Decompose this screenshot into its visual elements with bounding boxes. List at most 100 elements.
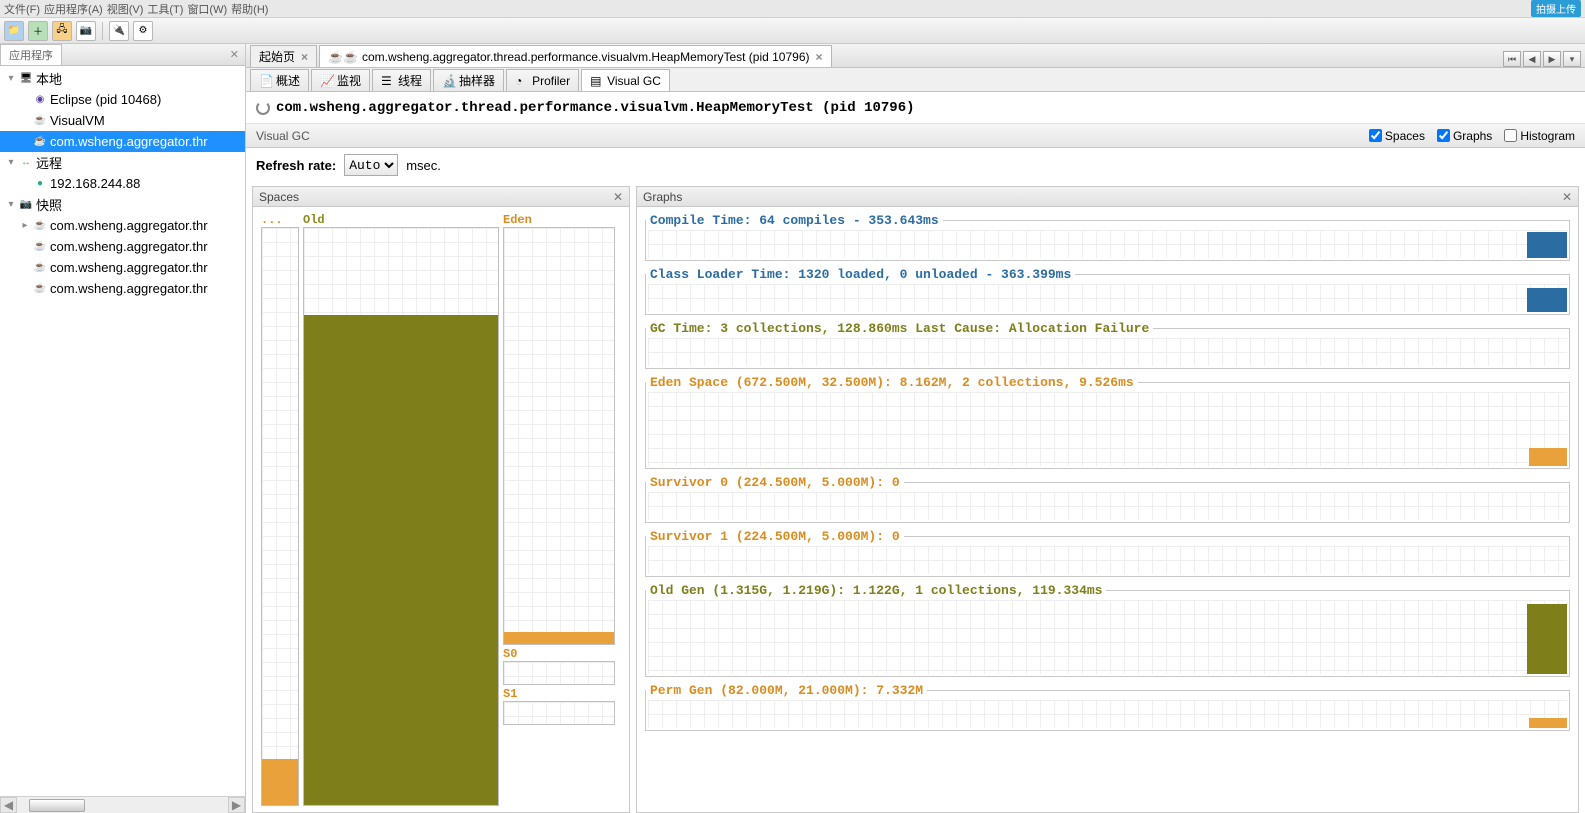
java-icon bbox=[32, 239, 48, 255]
refresh-label: Refresh rate: bbox=[256, 158, 336, 173]
tb-plugin1-icon[interactable]: 🔌 bbox=[109, 21, 129, 41]
section-label: Visual GC bbox=[256, 129, 310, 143]
tab-nav-menu-icon[interactable]: ▾ bbox=[1563, 51, 1581, 67]
tb-add-remote-icon[interactable]: 🖧 bbox=[52, 21, 72, 41]
menu-help[interactable]: 帮助(H) bbox=[231, 1, 268, 17]
tree-item-eclipse[interactable]: Eclipse (pid 10468) bbox=[0, 89, 245, 110]
menu-tools[interactable]: 工具(T) bbox=[147, 1, 183, 17]
subtab-overview[interactable]: 📄概述 bbox=[250, 69, 309, 91]
scroll-thumb[interactable] bbox=[29, 799, 85, 812]
subtab-threads[interactable]: ☰线程 bbox=[372, 69, 431, 91]
tree-item-remote-host[interactable]: 192.168.244.88 bbox=[0, 173, 245, 194]
chk-graphs-input[interactable] bbox=[1437, 129, 1450, 142]
graph-survivor1: Survivor 1 (224.500M, 5.000M): 0 bbox=[645, 529, 1570, 577]
chk-histogram-input[interactable] bbox=[1504, 129, 1517, 142]
sidebar-close-icon[interactable]: ✕ bbox=[224, 48, 245, 61]
tab-start-page[interactable]: 起始页× bbox=[250, 45, 317, 67]
graph-classloader-time: Class Loader Time: 1320 loaded, 0 unload… bbox=[645, 267, 1570, 315]
close-icon[interactable]: ✕ bbox=[1562, 190, 1572, 204]
graphs-panel: Graphs ✕ Compile Time: 64 compiles - 353.… bbox=[636, 186, 1579, 813]
tb-add-local-icon[interactable]: ＋ bbox=[28, 21, 48, 41]
java-icon: ☕ bbox=[328, 50, 358, 64]
graph-survivor0: Survivor 0 (224.500M, 5.000M): 0 bbox=[645, 475, 1570, 523]
tab-nav-prev-icon[interactable]: ◀ bbox=[1523, 51, 1541, 67]
tab-nav-first-icon[interactable]: ⏮ bbox=[1503, 51, 1521, 67]
sidebar-tab-apps[interactable]: 应用程序 bbox=[0, 44, 62, 65]
tree-item-selected-process[interactable]: com.wsheng.aggregator.thr bbox=[0, 131, 245, 152]
snapshot-icon bbox=[18, 197, 34, 213]
sp-eden-fill bbox=[504, 632, 614, 644]
sp-col-s0-label: S0 bbox=[503, 647, 615, 661]
sp-col-s1-label: S1 bbox=[503, 687, 615, 701]
sidebar-hscrollbar[interactable]: ◀ ▶ bbox=[0, 796, 245, 813]
chk-graphs[interactable]: Graphs bbox=[1437, 129, 1492, 143]
chk-spaces[interactable]: Spaces bbox=[1369, 129, 1425, 143]
tb-snapshot-icon[interactable]: 📷 bbox=[76, 21, 96, 41]
tb-plugin2-icon[interactable]: ⚙ bbox=[133, 21, 153, 41]
menu-app[interactable]: 应用程序(A) bbox=[44, 1, 103, 17]
upload-badge[interactable]: 拍摄上传 bbox=[1531, 0, 1581, 17]
tree-snapshot-item[interactable]: ▸com.wsheng.aggregator.thr bbox=[0, 215, 245, 236]
spaces-panel-title: Spaces bbox=[259, 190, 299, 204]
loading-spinner-icon bbox=[256, 101, 270, 115]
process-sub-tabs: 📄概述 📈监视 ☰线程 🔬抽样器 ◔Profiler ▤Visual GC bbox=[246, 68, 1585, 92]
sidebar-tab-bar: 应用程序 ✕ bbox=[0, 44, 245, 66]
tree-node-local[interactable]: ▾本地 bbox=[0, 68, 245, 89]
close-icon[interactable]: × bbox=[301, 50, 308, 64]
tb-open-icon[interactable]: 📁 bbox=[4, 21, 24, 41]
sp-old-fill bbox=[304, 315, 498, 805]
menu-view[interactable]: 视图(V) bbox=[107, 1, 144, 17]
threads-icon: ☰ bbox=[381, 74, 395, 88]
sp-perm-fill bbox=[262, 759, 298, 805]
tab-nav-next-icon[interactable]: ▶ bbox=[1543, 51, 1561, 67]
scroll-left-icon[interactable]: ◀ bbox=[0, 797, 17, 813]
tree-item-visualvm[interactable]: VisualVM bbox=[0, 110, 245, 131]
overview-icon: 📄 bbox=[259, 74, 273, 88]
java-icon bbox=[32, 218, 48, 234]
spaces-panel: Spaces ✕ ... Old Eden bbox=[252, 186, 630, 813]
scroll-right-icon[interactable]: ▶ bbox=[228, 797, 245, 813]
subtab-monitor[interactable]: 📈监视 bbox=[311, 69, 370, 91]
tree-snapshot-item[interactable]: com.wsheng.aggregator.thr bbox=[0, 278, 245, 299]
refresh-rate-row: Refresh rate: Auto msec. bbox=[246, 148, 1585, 182]
graph-compile-time: Compile Time: 64 compiles - 353.643ms bbox=[645, 213, 1570, 261]
editor-tabs: 起始页× ☕com.wsheng.aggregator.thread.perfo… bbox=[246, 44, 1585, 68]
sp-col-old-label: Old bbox=[303, 213, 499, 227]
chk-spaces-input[interactable] bbox=[1369, 129, 1382, 142]
java-icon bbox=[32, 281, 48, 297]
subtab-visualgc[interactable]: ▤Visual GC bbox=[581, 69, 670, 91]
subtab-profiler[interactable]: ◔Profiler bbox=[506, 69, 579, 91]
refresh-rate-select[interactable]: Auto bbox=[344, 154, 398, 176]
graph-old-gen: Old Gen (1.315G, 1.219G): 1.122G, 1 coll… bbox=[645, 583, 1570, 677]
java-icon bbox=[32, 260, 48, 276]
process-title: com.wsheng.aggregator.thread.performance… bbox=[276, 100, 915, 116]
menubar: 文件(F) 应用程序(A) 视图(V) 工具(T) 窗口(W) 帮助(H) 拍摄… bbox=[0, 0, 1585, 18]
tab-process[interactable]: ☕com.wsheng.aggregator.thread.performanc… bbox=[319, 45, 831, 67]
java-icon bbox=[32, 113, 48, 129]
sp-col-eden-label: Eden bbox=[503, 213, 615, 227]
tree-snapshot-item[interactable]: com.wsheng.aggregator.thr bbox=[0, 236, 245, 257]
close-icon[interactable]: × bbox=[816, 50, 823, 64]
tree-node-snapshots[interactable]: ▾快照 bbox=[0, 194, 245, 215]
graphs-panel-title: Graphs bbox=[643, 190, 682, 204]
sp-col-perm-label: ... bbox=[261, 213, 299, 227]
process-title-row: com.wsheng.aggregator.thread.performance… bbox=[246, 92, 1585, 124]
app-tree[interactable]: ▾本地 Eclipse (pid 10468) VisualVM com.wsh… bbox=[0, 66, 245, 796]
host-icon bbox=[32, 176, 48, 192]
tree-node-remote[interactable]: ▾远程 bbox=[0, 152, 245, 173]
menu-window[interactable]: 窗口(W) bbox=[187, 1, 227, 17]
subtab-sampler[interactable]: 🔬抽样器 bbox=[433, 69, 504, 91]
computer-icon bbox=[18, 71, 34, 87]
graph-eden-space: Eden Space (672.500M, 32.500M): 8.162M, … bbox=[645, 375, 1570, 469]
tree-snapshot-item[interactable]: com.wsheng.aggregator.thr bbox=[0, 257, 245, 278]
remote-icon bbox=[18, 155, 34, 171]
options-row: Visual GC Spaces Graphs Histogram bbox=[246, 124, 1585, 148]
profiler-icon: ◔ bbox=[515, 74, 529, 88]
toolbar: 📁 ＋ 🖧 📷 🔌 ⚙ bbox=[0, 18, 1585, 44]
chk-histogram[interactable]: Histogram bbox=[1504, 129, 1575, 143]
menu-file[interactable]: 文件(F) bbox=[4, 1, 40, 17]
applications-sidebar: 应用程序 ✕ ▾本地 Eclipse (pid 10468) VisualVM … bbox=[0, 44, 246, 813]
sampler-icon: 🔬 bbox=[442, 74, 456, 88]
monitor-icon: 📈 bbox=[320, 74, 334, 88]
close-icon[interactable]: ✕ bbox=[613, 190, 623, 204]
